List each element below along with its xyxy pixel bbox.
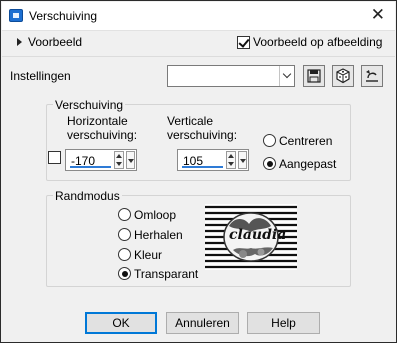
edge-option-repeat[interactable]: Herhalen xyxy=(118,227,198,243)
horizontal-offset-label-line2: verschuiving: xyxy=(67,128,138,142)
window-title: Verschuiving xyxy=(29,9,98,23)
repeat-radio[interactable] xyxy=(118,228,131,241)
center-label: Centreren xyxy=(279,134,333,148)
expand-arrow-icon[interactable] xyxy=(17,38,22,46)
reset-default-icon xyxy=(366,70,378,82)
wrap-radio[interactable] xyxy=(118,208,131,221)
center-option[interactable]: Centreren xyxy=(263,133,343,149)
custom-label: Aangepast xyxy=(279,157,337,171)
offset-group-label: Verschuiving xyxy=(53,98,126,112)
transparent-radio[interactable] xyxy=(118,267,131,280)
randomize-button[interactable] xyxy=(332,65,354,87)
chevron-down-icon xyxy=(240,159,246,163)
field-focus-underline xyxy=(70,166,111,168)
save-preset-icon xyxy=(307,69,321,83)
presets-combobox[interactable] xyxy=(167,65,295,87)
edge-option-transparent[interactable]: Transparant xyxy=(118,266,200,282)
preview-expander-label: Voorbeeld xyxy=(28,35,83,49)
close-icon[interactable]: ✕ xyxy=(371,6,385,24)
preview-on-image-checkbox[interactable] xyxy=(237,36,250,49)
title-bar[interactable]: Verschuiving ✕ xyxy=(2,2,395,31)
vertical-offset-spinner[interactable] xyxy=(226,151,236,169)
wrap-label: Omloop xyxy=(134,208,177,222)
cancel-button[interactable]: Annuleren xyxy=(166,312,239,334)
color-label: Kleur xyxy=(134,248,163,262)
presets-dropdown-button[interactable] xyxy=(279,66,294,86)
separator xyxy=(2,56,395,57)
spin-down-icon[interactable] xyxy=(228,162,234,166)
repeat-label: Herhalen xyxy=(134,228,183,242)
center-radio[interactable] xyxy=(263,134,276,147)
edge-option-color[interactable]: Kleur xyxy=(118,247,198,263)
dialog-window: Verschuiving ✕ Voorbeeld Voorbeeld op af… xyxy=(0,0,397,343)
watermark-text: claudia xyxy=(229,227,287,243)
chevron-down-icon xyxy=(282,69,292,79)
horizontal-offset-field[interactable]: -170 xyxy=(65,149,137,171)
randomize-dice-icon xyxy=(336,68,350,84)
color-radio[interactable] xyxy=(118,248,131,261)
vertical-offset-label-line2: verschuiving: xyxy=(167,128,238,142)
presets-label: Instellingen xyxy=(10,69,71,83)
spin-down-icon[interactable] xyxy=(116,162,122,166)
custom-option[interactable]: Aangepast xyxy=(263,156,343,172)
transparent-label: Transparant xyxy=(134,267,199,281)
save-preset-button[interactable] xyxy=(303,65,325,87)
ok-button[interactable]: OK xyxy=(85,312,157,334)
reset-default-button[interactable] xyxy=(361,65,383,87)
preview-on-image-label: Voorbeeld op afbeelding xyxy=(253,35,383,49)
edge-option-wrap[interactable]: Omloop xyxy=(118,207,198,223)
vertical-offset-field[interactable]: 105 xyxy=(177,149,249,171)
spin-up-icon[interactable] xyxy=(228,154,234,158)
spin-up-icon[interactable] xyxy=(116,154,122,158)
preview-expander[interactable]: Voorbeeld xyxy=(14,35,104,51)
field-focus-underline xyxy=(182,166,223,168)
horizontal-offset-spinner[interactable] xyxy=(114,151,124,169)
vertical-offset-label-line1: Verticale xyxy=(167,114,214,128)
horizontal-offset-dropdown[interactable] xyxy=(126,151,135,169)
edge-mode-group-label: Randmodus xyxy=(53,189,122,203)
link-offsets-checkbox[interactable] xyxy=(48,151,61,164)
horizontal-offset-label-line1: Horizontale xyxy=(67,114,128,128)
custom-radio[interactable] xyxy=(263,157,276,170)
app-icon xyxy=(9,9,23,22)
vertical-offset-dropdown[interactable] xyxy=(238,151,247,169)
preview-on-image-option[interactable]: Voorbeeld op afbeelding xyxy=(237,35,382,51)
help-button[interactable]: Help xyxy=(247,312,320,334)
edge-mode-preview-image: claudia xyxy=(205,204,297,270)
chevron-down-icon xyxy=(128,159,134,163)
